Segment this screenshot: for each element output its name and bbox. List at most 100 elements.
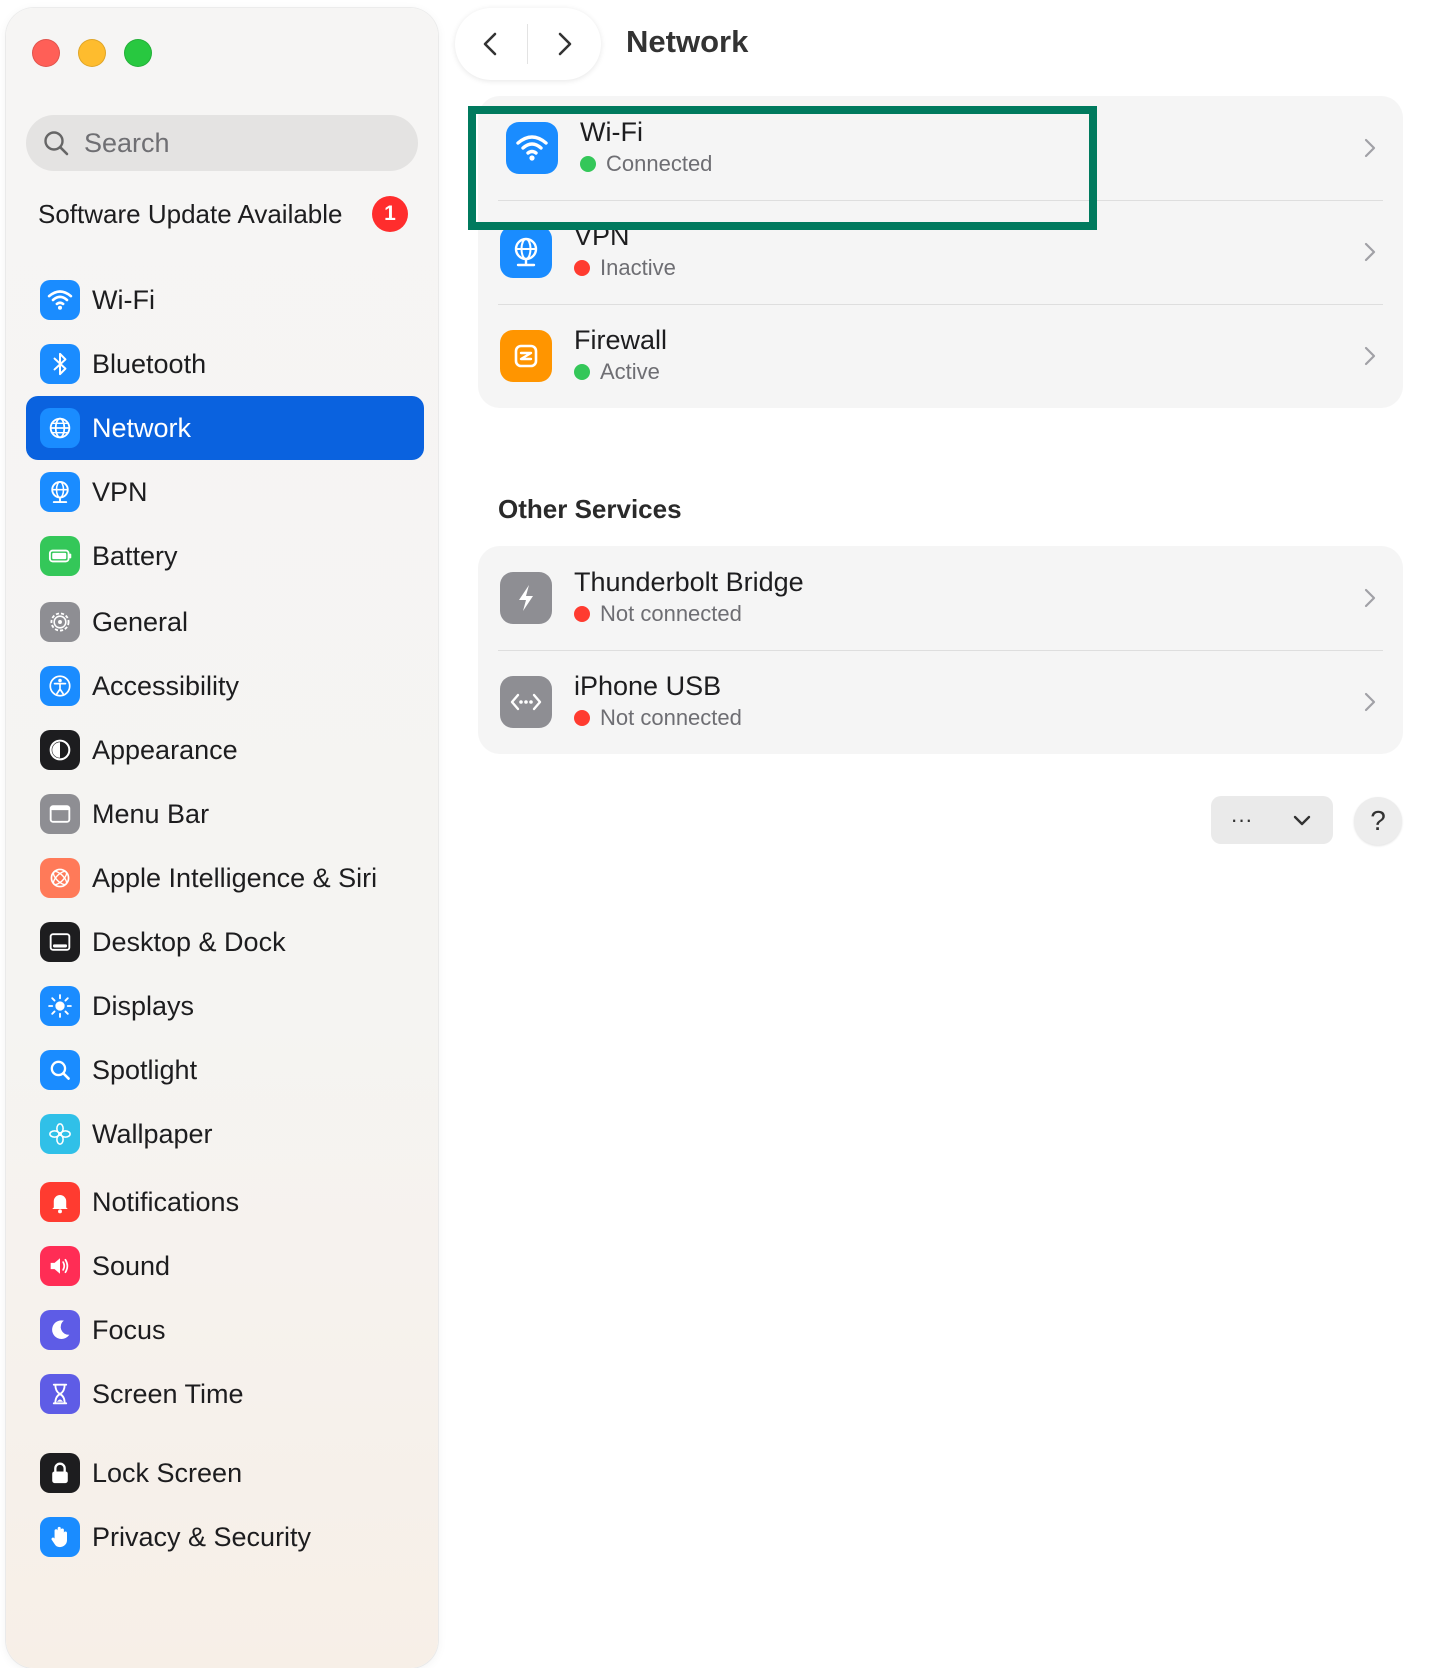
sidebar-item-label: Lock Screen xyxy=(92,1457,243,1488)
software-update-item[interactable]: Software Update Available 1 xyxy=(38,192,418,236)
service-text: Thunderbolt Bridge Not connected xyxy=(574,566,804,630)
search-input[interactable] xyxy=(82,126,406,160)
service-status: Connected xyxy=(580,148,712,180)
status-dot xyxy=(574,606,590,622)
service-actions-menu[interactable]: ··· xyxy=(1211,796,1333,844)
globe-icon xyxy=(49,417,71,439)
sidebar-item-icon-tile xyxy=(40,602,80,642)
service-icon-tile xyxy=(500,330,552,382)
sidebar-item-spotlight[interactable]: Spotlight xyxy=(26,1038,424,1102)
service-status-text: Connected xyxy=(606,151,713,176)
hourglass-icon xyxy=(52,1383,68,1405)
zoom-window-button[interactable] xyxy=(124,39,152,67)
search-field[interactable] xyxy=(26,115,418,171)
sidebar-item-screen-time[interactable]: Screen Time xyxy=(26,1362,424,1426)
dock-icon xyxy=(49,933,71,951)
chevron-right-icon xyxy=(1364,138,1376,158)
sidebar-item-network[interactable]: Network xyxy=(26,396,424,460)
search-icon xyxy=(44,131,69,156)
vpn-globe-icon xyxy=(514,237,538,267)
service-row-firewall[interactable]: Firewall Active xyxy=(478,304,1403,408)
sidebar-item-vpn[interactable]: VPN xyxy=(26,460,424,524)
service-status-text: Not connected xyxy=(600,601,742,626)
service-status: Active xyxy=(574,356,667,388)
sidebar-item-displays[interactable]: Displays xyxy=(26,974,424,1038)
moon-icon xyxy=(52,1320,70,1340)
sidebar-item-label: Displays xyxy=(92,990,195,1021)
service-text: VPN Inactive xyxy=(574,220,676,284)
sidebar-item-menu-bar[interactable]: Menu Bar xyxy=(26,782,424,846)
sidebar-item-label: Spotlight xyxy=(92,1054,198,1085)
sidebar-item-icon-tile xyxy=(40,472,80,512)
battery-icon xyxy=(48,549,72,563)
back-button[interactable] xyxy=(455,8,527,80)
minimize-window-button[interactable] xyxy=(78,39,106,67)
sidebar-item-label: Notifications xyxy=(92,1186,240,1217)
sidebar-item-notifications[interactable]: Notifications xyxy=(26,1170,424,1234)
sidebar-item-icon-tile xyxy=(40,794,80,834)
sidebar-item-icon-tile xyxy=(40,1453,80,1493)
sidebar-item-label: Focus xyxy=(92,1314,166,1345)
other-services-heading: Other Services xyxy=(498,494,682,524)
help-button[interactable]: ? xyxy=(1354,797,1402,845)
service-status: Not connected xyxy=(574,598,804,630)
service-row-iphone-usb[interactable]: iPhone USB Not connected xyxy=(478,650,1403,754)
service-name: Thunderbolt Bridge xyxy=(574,567,804,597)
sidebar-item-label: VPN xyxy=(92,476,148,507)
sidebar-item-appearance[interactable]: Appearance xyxy=(26,718,424,782)
forward-button[interactable] xyxy=(528,8,600,80)
sidebar-item-sound[interactable]: Sound xyxy=(26,1234,424,1298)
sidebar-item-battery[interactable]: Battery xyxy=(26,524,424,588)
sun-icon xyxy=(48,994,72,1018)
sidebar-item-icon-tile xyxy=(40,986,80,1026)
sidebar-item-desktop-and-dock[interactable]: Desktop & Dock xyxy=(26,910,424,974)
sidebar-item-wallpaper[interactable]: Wallpaper xyxy=(26,1102,424,1166)
thunderbolt-icon xyxy=(519,585,533,611)
close-window-button[interactable] xyxy=(32,39,60,67)
service-status: Not connected xyxy=(574,702,742,734)
firewall-icon xyxy=(514,344,538,368)
sidebar-item-wi-fi[interactable]: Wi-Fi xyxy=(26,268,424,332)
sidebar-item-label: Bluetooth xyxy=(92,348,207,379)
sidebar-item-label: Battery xyxy=(92,540,178,571)
sidebar-item-privacy-and-security[interactable]: Privacy & Security xyxy=(26,1505,424,1569)
siri-icon xyxy=(50,868,70,888)
status-dot xyxy=(574,260,590,276)
wifi-icon xyxy=(516,135,548,161)
hand-icon xyxy=(51,1526,67,1548)
history-nav xyxy=(455,8,601,80)
menu-bar-icon xyxy=(49,805,71,823)
service-status-text: Active xyxy=(600,359,660,384)
sidebar-item-label: Screen Time xyxy=(92,1378,244,1409)
sidebar-item-icon-tile xyxy=(40,1246,80,1286)
vpn-globe-icon xyxy=(51,480,69,504)
more-icon: ··· xyxy=(1230,807,1253,832)
service-name: Wi-Fi xyxy=(580,117,643,147)
spotlight-icon xyxy=(50,1060,70,1080)
bluetooth-icon xyxy=(53,352,67,376)
service-icon-tile xyxy=(500,572,552,624)
service-name: Firewall xyxy=(574,325,668,355)
sidebar-item-icon-tile xyxy=(40,1114,80,1154)
service-row-vpn[interactable]: VPN Inactive xyxy=(478,200,1403,304)
status-dot xyxy=(580,156,596,172)
usb-icon xyxy=(510,693,542,711)
chevron-right-icon xyxy=(558,32,572,56)
sidebar-item-icon-tile xyxy=(40,858,80,898)
sidebar-item-icon-tile xyxy=(40,730,80,770)
sidebar-item-icon-tile xyxy=(40,666,80,706)
sidebar-item-apple-intelligence-and-siri[interactable]: Apple Intelligence & Siri xyxy=(26,846,424,910)
window-controls xyxy=(32,39,152,67)
sidebar-item-bluetooth[interactable]: Bluetooth xyxy=(26,332,424,396)
service-icon-tile xyxy=(506,122,558,174)
service-row-thunderbolt-bridge[interactable]: Thunderbolt Bridge Not connected xyxy=(478,546,1403,650)
service-row-wi-fi[interactable]: Wi-Fi Connected xyxy=(478,96,1403,200)
sidebar-item-focus[interactable]: Focus xyxy=(26,1298,424,1362)
sidebar-item-lock-screen[interactable]: Lock Screen xyxy=(26,1441,424,1505)
sidebar-item-general[interactable]: General xyxy=(26,590,424,654)
service-status-text: Inactive xyxy=(600,255,676,280)
sidebar-item-label: Sound xyxy=(92,1250,171,1281)
sidebar-item-accessibility[interactable]: Accessibility xyxy=(26,654,424,718)
lock-icon xyxy=(52,1462,68,1484)
wifi-icon xyxy=(47,290,73,310)
